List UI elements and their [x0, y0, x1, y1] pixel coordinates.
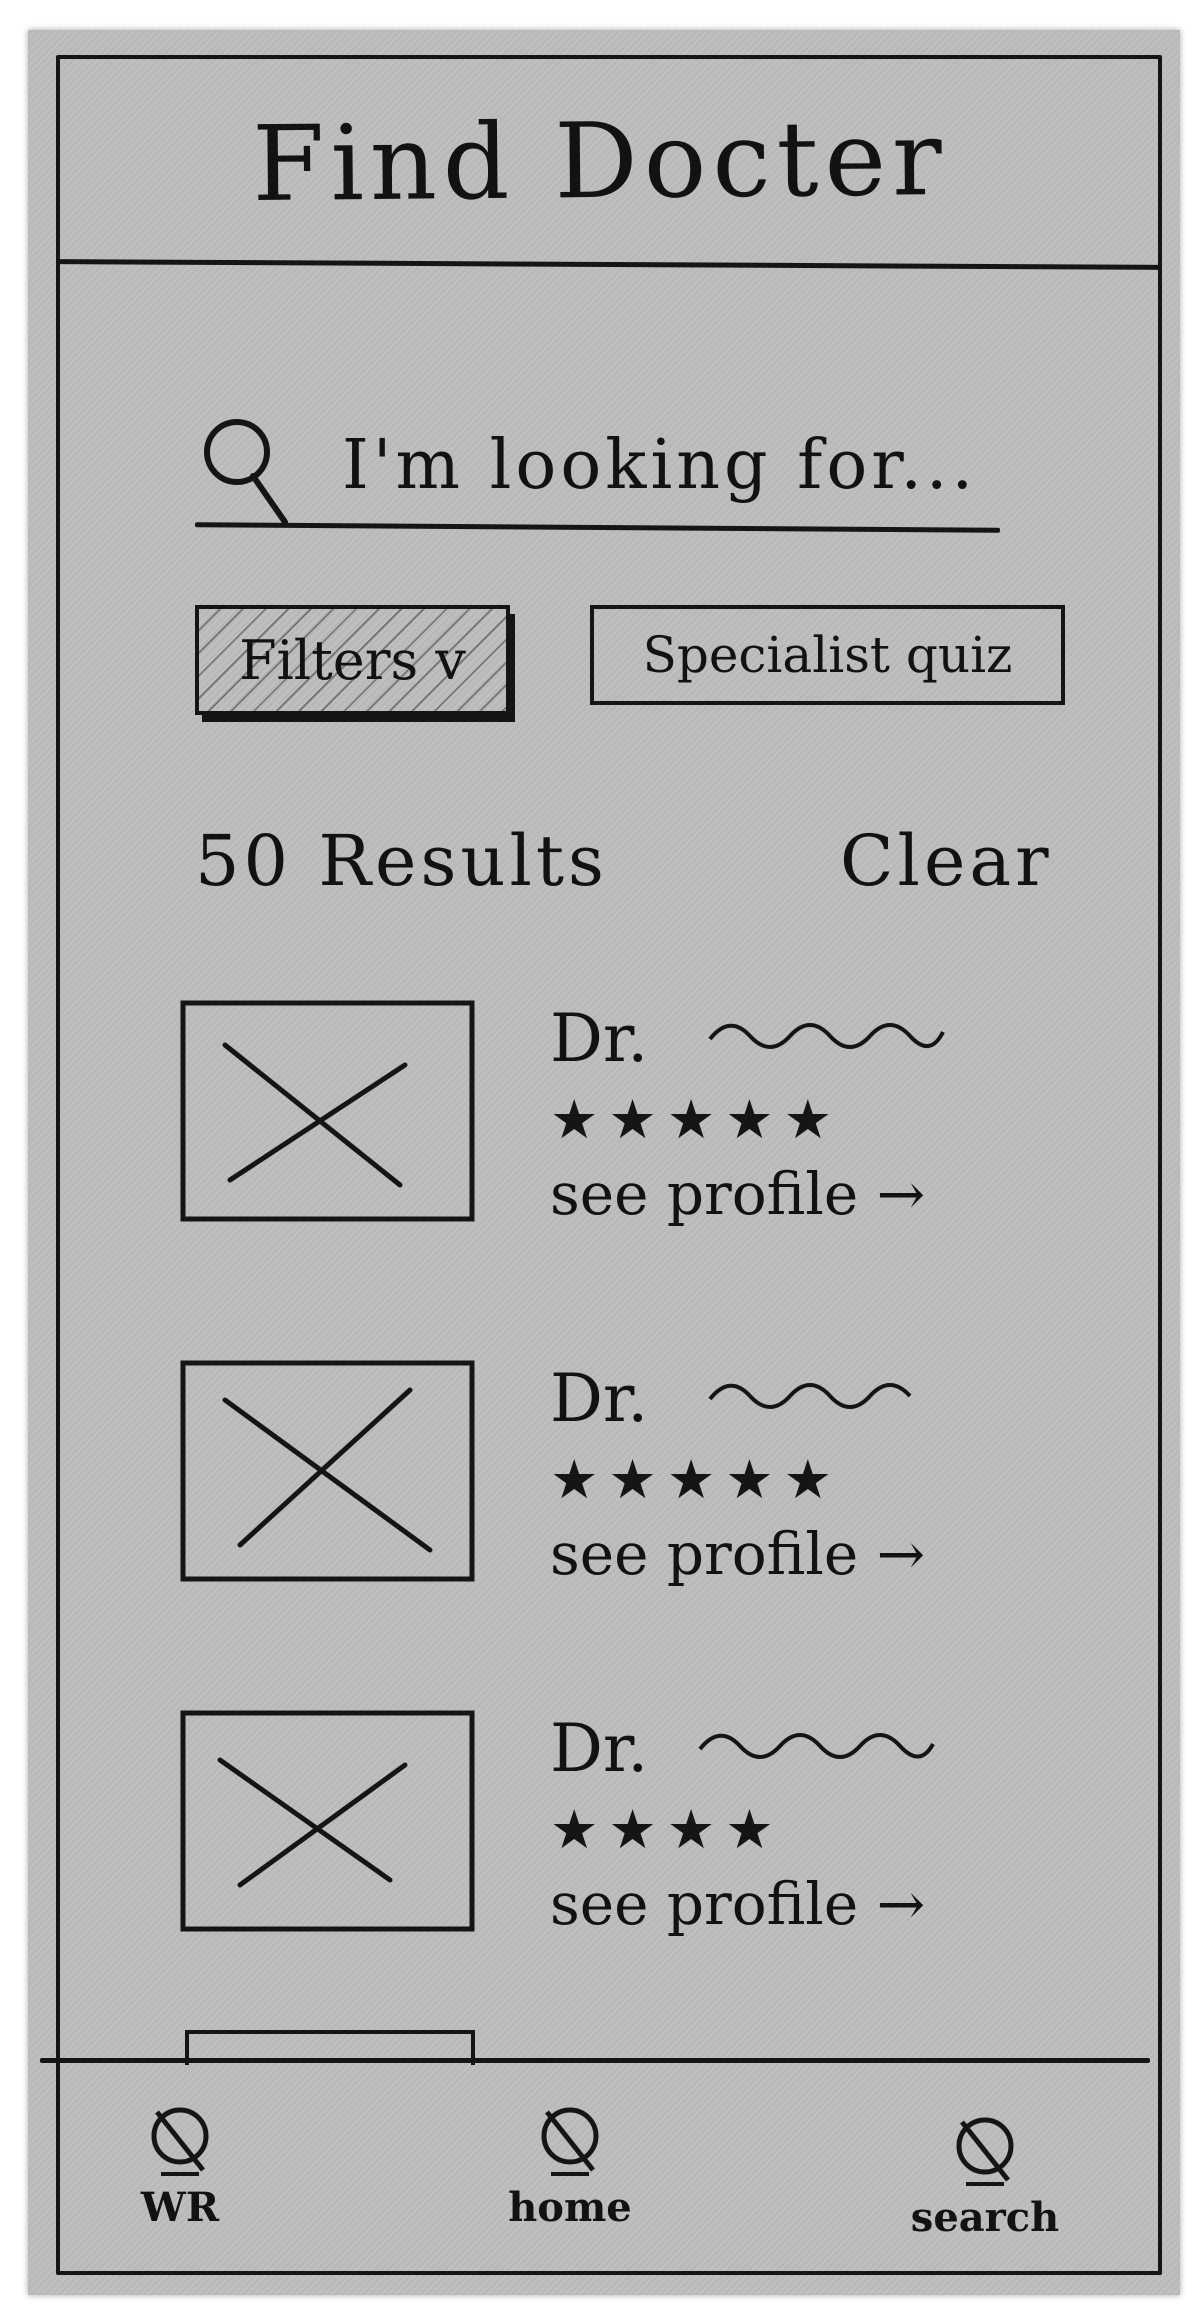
name-placeholder-squiggle: [708, 1023, 945, 1049]
nav-item-wr[interactable]: WR: [110, 2100, 250, 2231]
doctor-card[interactable]: Dr. ★★★★ see profile →: [180, 1710, 1070, 1950]
nav-item-home[interactable]: home: [470, 2100, 670, 2231]
see-profile-link[interactable]: see profile →: [550, 1870, 925, 1938]
name-placeholder-squiggle: [698, 1733, 935, 1759]
results-count: 50 Results: [195, 820, 608, 902]
rating-stars: ★★★★★: [550, 1088, 843, 1151]
search-bar[interactable]: [195, 400, 1024, 540]
doctor-image-placeholder: [180, 1000, 475, 1222]
clear-link[interactable]: Clear: [840, 820, 1053, 902]
doctor-card[interactable]: Dr. ★★★★★ see profile →: [180, 1000, 1070, 1240]
nav-label: home: [508, 2184, 632, 2231]
doctor-card[interactable]: Dr. ★★★★★ see profile →: [180, 1360, 1070, 1600]
nav-label: search: [910, 2194, 1060, 2241]
doctor-name: Dr.: [550, 1000, 649, 1077]
nav-icon: [541, 2107, 599, 2176]
doctor-name: Dr.: [550, 1710, 649, 1787]
see-profile-link[interactable]: see profile →: [550, 1160, 925, 1228]
nav-icon: [956, 2117, 1014, 2186]
rating-stars: ★★★★★: [550, 1448, 843, 1511]
search-input[interactable]: [340, 425, 1024, 506]
doctor-image-placeholder: [180, 1360, 475, 1582]
nav-icon: [151, 2107, 209, 2176]
search-icon: [204, 419, 288, 525]
nav-item-search[interactable]: search: [880, 2110, 1090, 2241]
nav-label: WR: [140, 2184, 220, 2231]
filters-button[interactable]: Filters v: [195, 605, 510, 715]
name-placeholder-squiggle: [708, 1383, 912, 1409]
see-profile-link[interactable]: see profile →: [550, 1520, 925, 1588]
doctor-name: Dr.: [550, 1360, 649, 1437]
bottom-nav: WR home search: [40, 2055, 1140, 2265]
specialist-quiz-button[interactable]: Specialist quiz: [590, 605, 1065, 705]
doctor-image-placeholder: [180, 1710, 475, 1932]
page-title: Find Docter: [251, 96, 949, 226]
rating-stars: ★★★★: [550, 1798, 784, 1861]
